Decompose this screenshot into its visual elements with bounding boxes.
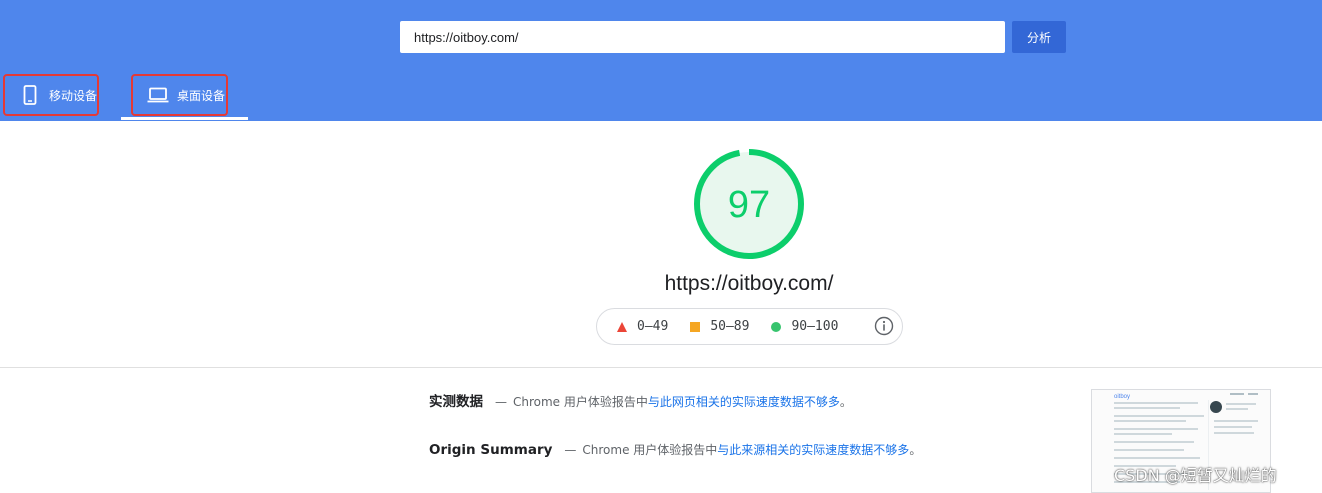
score-legend: 0–49 50–89 90–100 bbox=[596, 308, 903, 345]
tab-mobile-label: 移动设备 bbox=[49, 88, 98, 103]
origin-summary-suffix: 。 bbox=[909, 443, 922, 457]
origin-summary-row: Origin Summary — Chrome 用户体验报告中 与此来源相关的实… bbox=[429, 441, 921, 458]
field-data-suffix: 。 bbox=[839, 395, 852, 409]
field-data-link[interactable]: 与此网页相关的实际速度数据不够多 bbox=[648, 393, 840, 410]
watermark: CSDN @短暂又灿烂的 bbox=[1114, 466, 1277, 485]
url-input[interactable] bbox=[400, 21, 1005, 53]
smartphone-icon bbox=[19, 84, 41, 106]
field-data-text: Chrome 用户体验报告中 bbox=[513, 395, 648, 409]
triangle-icon bbox=[617, 321, 627, 332]
legend-range: 90–100 bbox=[791, 319, 839, 334]
origin-summary-title: Origin Summary bbox=[429, 442, 553, 458]
tab-desktop[interactable]: 桌面设备 bbox=[131, 74, 228, 116]
circle-icon bbox=[771, 321, 782, 332]
separator-dash: — bbox=[564, 443, 577, 457]
origin-summary-link[interactable]: 与此来源相关的实际速度数据不够多 bbox=[717, 441, 909, 458]
tab-mobile[interactable]: 移动设备 bbox=[3, 74, 99, 116]
header-bar: 分析 移动设备 桌面设备 bbox=[0, 0, 1322, 121]
legend-item-pass: 90–100 bbox=[771, 319, 838, 334]
tested-url: https://oitboy.com/ bbox=[664, 272, 834, 295]
separator-dash: — bbox=[495, 395, 507, 409]
analyze-button[interactable]: 分析 bbox=[1012, 21, 1066, 53]
tab-desktop-label: 桌面设备 bbox=[177, 88, 226, 103]
legend-item-average: 50–89 bbox=[690, 319, 749, 334]
legend-range: 50–89 bbox=[710, 319, 750, 334]
info-icon[interactable] bbox=[874, 316, 894, 336]
score-value: 97 bbox=[727, 183, 771, 226]
laptop-icon bbox=[147, 84, 169, 106]
selected-tab-indicator bbox=[121, 117, 248, 120]
square-icon bbox=[690, 321, 701, 332]
field-data-title: 实测数据 bbox=[429, 394, 483, 410]
section-divider bbox=[0, 367, 1322, 368]
thumbnail-brand: oitboy bbox=[1114, 394, 1130, 400]
legend-item-fail: 0–49 bbox=[617, 319, 668, 334]
field-data-row: 实测数据 — Chrome 用户体验报告中 与此网页相关的实际速度数据不够多 。 bbox=[429, 390, 852, 410]
legend-range: 0–49 bbox=[637, 319, 669, 334]
origin-summary-text: Chrome 用户体验报告中 bbox=[582, 443, 718, 457]
